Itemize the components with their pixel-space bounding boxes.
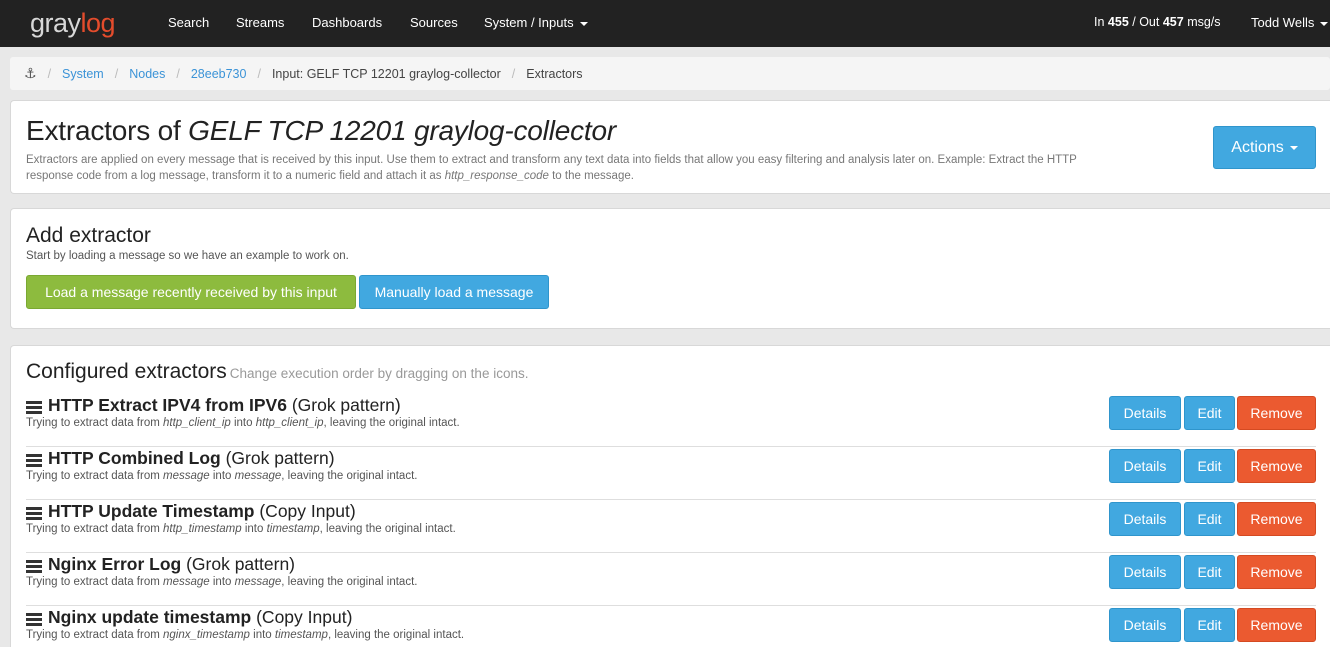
breadcrumb-separator: / — [176, 66, 180, 81]
add-extractor-panel: Add extractor Start by loading a message… — [10, 208, 1330, 329]
load-recent-message-button[interactable]: Load a message recently received by this… — [26, 275, 356, 309]
extractor-name: HTTP Combined Log (Grok pattern) — [48, 448, 335, 468]
nav-dashboards[interactable]: Dashboards — [312, 15, 382, 30]
configured-extractors-title: Configured extractors Change execution or… — [26, 360, 529, 383]
configured-extractors-hint: Change execution order by dragging on th… — [229, 366, 529, 381]
edit-button[interactable]: Edit — [1184, 396, 1235, 430]
breadcrumb-separator: / — [47, 66, 52, 81]
drag-handle-icon[interactable] — [26, 560, 42, 573]
page-description: Extractors are applied on every message … — [26, 154, 1077, 182]
extractor-row: HTTP Update Timestamp (Copy Input) Tryin… — [11, 500, 1330, 553]
breadcrumb-separator: / — [114, 66, 119, 81]
breadcrumb-current: Extractors — [526, 66, 583, 81]
drag-handle-icon[interactable] — [26, 401, 42, 414]
nav-streams[interactable]: Streams — [236, 15, 284, 30]
extractor-name: Nginx update timestamp (Copy Input) — [48, 607, 353, 627]
extractor-name: HTTP Update Timestamp (Copy Input) — [48, 501, 356, 521]
nav-system-inputs[interactable]: System / Inputs — [484, 15, 588, 30]
extractor-name: HTTP Extract IPV4 from IPV6 (Grok patter… — [48, 395, 401, 415]
details-button[interactable]: Details — [1109, 396, 1181, 430]
remove-button[interactable]: Remove — [1237, 396, 1316, 430]
details-button[interactable]: Details — [1109, 449, 1181, 483]
nav-search[interactable]: Search — [168, 15, 209, 30]
throughput-indicator: In 455 / Out 457 msg/s — [1094, 15, 1221, 29]
details-button[interactable]: Details — [1109, 502, 1181, 536]
extractor-description: Trying to extract data from http_timesta… — [26, 523, 456, 535]
edit-button[interactable]: Edit — [1184, 449, 1235, 483]
extractor-description: Trying to extract data from http_client_… — [26, 417, 460, 429]
breadcrumb-system[interactable]: System — [62, 67, 104, 81]
extractor-row: HTTP Combined Log (Grok pattern) Trying … — [11, 447, 1330, 500]
breadcrumb-separator: / — [257, 66, 261, 81]
anchor-icon[interactable]: ⚓ — [24, 65, 37, 82]
add-extractor-description: Start by loading a message so we have an… — [26, 250, 349, 262]
remove-button[interactable]: Remove — [1237, 502, 1316, 536]
user-menu[interactable]: Todd Wells — [1251, 15, 1329, 30]
extractor-name: Nginx Error Log (Grok pattern) — [48, 554, 296, 574]
manually-load-message-button[interactable]: Manually load a message — [359, 275, 549, 309]
edit-button[interactable]: Edit — [1184, 555, 1235, 589]
drag-handle-icon[interactable] — [26, 454, 42, 467]
breadcrumb-input: Input: GELF TCP 12201 graylog-collector — [271, 66, 501, 81]
extractor-description: Trying to extract data from nginx_timest… — [26, 629, 465, 641]
top-navbar: graylog Search Streams Dashboards Source… — [0, 0, 1330, 47]
remove-button[interactable]: Remove — [1237, 555, 1316, 589]
breadcrumb: ⚓ / System / Nodes / 28eeb730 / Input: G… — [10, 57, 1330, 90]
edit-button[interactable]: Edit — [1184, 608, 1235, 642]
remove-button[interactable]: Remove — [1237, 608, 1316, 642]
page-title: Extractors of GELF TCP 12201 graylog-col… — [26, 115, 616, 146]
details-button[interactable]: Details — [1109, 608, 1181, 642]
details-button[interactable]: Details — [1109, 555, 1181, 589]
drag-handle-icon[interactable] — [26, 613, 42, 626]
drag-handle-icon[interactable] — [26, 507, 42, 520]
breadcrumb-node[interactable]: 28eeb730 — [191, 67, 247, 81]
chevron-down-icon — [1320, 21, 1329, 26]
add-extractor-title: Add extractor — [26, 224, 151, 247]
breadcrumb-separator: / — [511, 66, 516, 81]
extractor-row: Nginx update timestamp (Copy Input) Tryi… — [11, 606, 1330, 647]
header-panel: Extractors of GELF TCP 12201 graylog-col… — [10, 100, 1330, 194]
extractor-row: Nginx Error Log (Grok pattern) Trying to… — [11, 553, 1330, 606]
chevron-down-icon — [579, 21, 588, 26]
remove-button[interactable]: Remove — [1237, 449, 1316, 483]
extractor-description: Trying to extract data from message into… — [26, 470, 418, 482]
edit-button[interactable]: Edit — [1184, 502, 1235, 536]
graylog-logo[interactable]: graylog — [30, 8, 116, 39]
configured-extractors-panel: Configured extractors Change execution or… — [10, 345, 1330, 647]
chevron-down-icon — [1289, 145, 1298, 150]
breadcrumb-nodes[interactable]: Nodes — [129, 67, 165, 81]
extractor-description: Trying to extract data from message into… — [26, 576, 418, 588]
nav-sources[interactable]: Sources — [410, 15, 458, 30]
actions-button[interactable]: Actions — [1213, 126, 1316, 169]
extractor-row: HTTP Extract IPV4 from IPV6 (Grok patter… — [11, 394, 1330, 447]
